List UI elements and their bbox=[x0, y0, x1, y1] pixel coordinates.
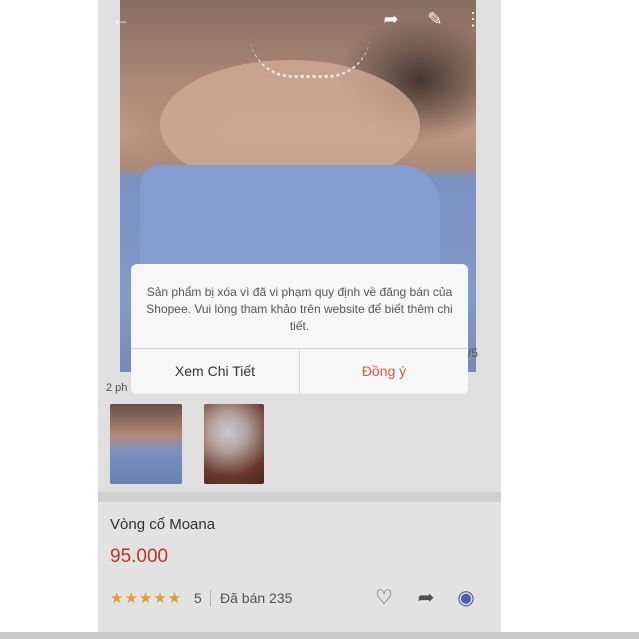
dialog-message: Sản phẩm bị xóa vì đã vi phạm quy định v… bbox=[146, 285, 453, 333]
removed-product-dialog: Sản phẩm bị xóa vì đã vi phạm quy định v… bbox=[131, 264, 468, 394]
view-details-button[interactable]: Xem Chi Tiết bbox=[131, 349, 299, 394]
bottom-strip bbox=[0, 632, 639, 639]
agree-button[interactable]: Đồng ý bbox=[300, 349, 468, 394]
